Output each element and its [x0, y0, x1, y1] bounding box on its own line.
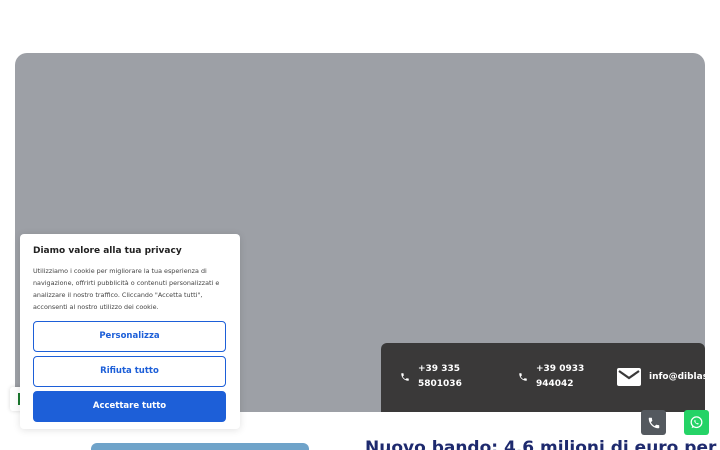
- call-button[interactable]: [641, 410, 666, 435]
- page: +39 335 5801036 +39 0933 944042 info@dib…: [0, 0, 720, 450]
- envelope-icon: [617, 368, 641, 386]
- reject-all-button[interactable]: Rifiuta tutto: [33, 356, 226, 387]
- cookie-banner-title: Diamo valore alla tua privacy: [33, 246, 182, 256]
- whatsapp-icon: [690, 416, 703, 429]
- phone-icon: [401, 373, 409, 381]
- phone-icon: [648, 417, 659, 428]
- cookie-banner-text: Utilizziamo i cookie per migliorare la t…: [33, 267, 220, 311]
- cookie-banner: Diamo valore alla tua privacy Utilizziam…: [20, 234, 240, 429]
- phone-number-1: +39 335 5801036: [418, 364, 462, 389]
- customize-button[interactable]: Personalizza: [33, 321, 226, 352]
- phone-icon: [519, 373, 527, 381]
- news-title[interactable]: Nuovo bando: 4,6 milioni di euro per le: [365, 438, 720, 450]
- email-address: info@diblasis: [649, 371, 705, 382]
- contact-bar: +39 335 5801036 +39 0933 944042 info@dib…: [381, 343, 705, 412]
- accept-all-button[interactable]: Accettare tutto: [33, 391, 226, 422]
- news-thumbnail[interactable]: [91, 443, 309, 450]
- phone-number-2: +39 0933 944042: [536, 364, 585, 389]
- whatsapp-button[interactable]: [684, 410, 709, 435]
- phone-link-2[interactable]: +39 0933 944042: [518, 362, 584, 392]
- email-link[interactable]: info@diblasis: [616, 367, 705, 387]
- phone-link-1[interactable]: +39 335 5801036: [400, 362, 462, 392]
